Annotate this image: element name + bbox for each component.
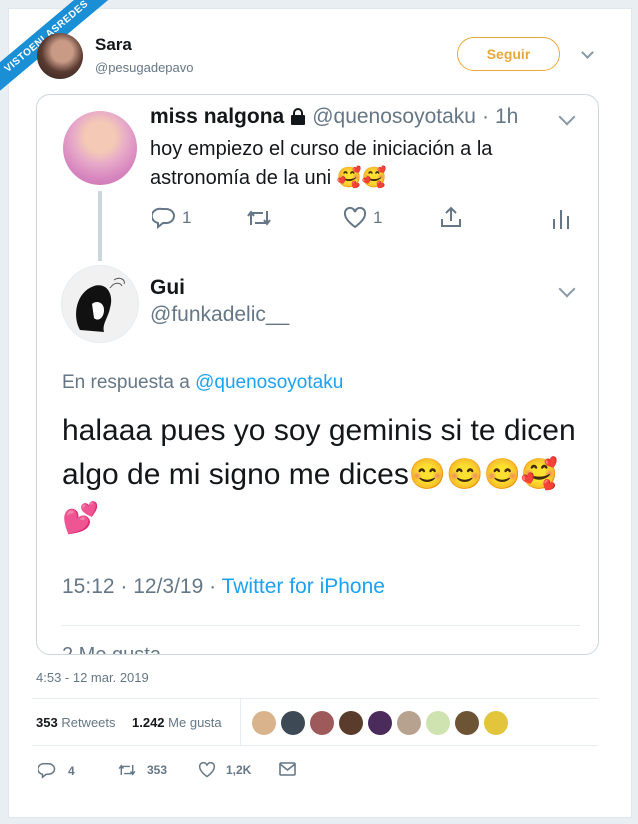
- reply-timestamp: 15:12 · 12/3/19 ·: [62, 575, 222, 598]
- retweet-count: 353: [147, 763, 168, 777]
- like-count: 1,2K: [226, 763, 252, 777]
- like-action[interactable]: 1: [343, 207, 382, 229]
- in-reply-handle-link[interactable]: @quenosoyotaku: [195, 372, 343, 393]
- message-action[interactable]: [279, 762, 296, 776]
- quoted-text: hoy empiezo el curso de iniciación a la …: [150, 138, 493, 189]
- liker-avatar[interactable]: [252, 711, 276, 735]
- like-count: 1: [373, 208, 383, 227]
- retweet-icon: [118, 764, 136, 776]
- cut-likes-text: 2 Me gusta: [62, 644, 161, 655]
- thread-line: [98, 191, 102, 261]
- heart-icon: [198, 762, 216, 778]
- divider: [32, 698, 598, 699]
- liker-avatar[interactable]: [281, 711, 305, 735]
- reply-count: 4: [68, 763, 75, 778]
- reply-icon: [152, 207, 175, 229]
- liker-avatar[interactable]: [339, 711, 363, 735]
- retweet-icon: [247, 210, 271, 226]
- likes-label: Me gusta: [168, 715, 222, 730]
- quoted-handle[interactable]: @quenosoyotaku: [312, 105, 476, 129]
- retweets-count: 353: [36, 715, 58, 730]
- liker-avatar[interactable]: [426, 711, 450, 735]
- tweet-date[interactable]: 4:53 - 12 mar. 2019: [36, 670, 149, 685]
- follow-button[interactable]: Seguir: [457, 37, 560, 71]
- liker-avatar[interactable]: [455, 711, 479, 735]
- likes-stat[interactable]: 1.242 Me gusta: [132, 715, 222, 730]
- retweets-stat[interactable]: 353 Retweets: [36, 715, 116, 730]
- divider: [62, 625, 580, 626]
- liker-avatar[interactable]: [397, 711, 421, 735]
- retweet-action[interactable]: 353: [117, 762, 167, 778]
- quoted-tweet[interactable]: miss nalgona @quenosoyotaku · 1h hoy emp…: [36, 94, 599, 655]
- reply-name[interactable]: Gui: [150, 276, 185, 300]
- retweet-action[interactable]: [245, 207, 273, 229]
- reply-action[interactable]: 4: [38, 762, 75, 779]
- illustration-avatar-icon: [76, 277, 125, 332]
- divider-vertical: [240, 699, 241, 745]
- author-handle[interactable]: @pesugadepavo: [95, 60, 194, 75]
- lock-icon: [291, 108, 306, 125]
- like-action[interactable]: 1,2K: [198, 762, 251, 778]
- reply-text: halaaa pues yo soy geminis si te dicen a…: [62, 414, 576, 535]
- author-name[interactable]: Sara: [95, 35, 132, 55]
- share-icon: [441, 206, 461, 227]
- quoted-time[interactable]: 1h: [495, 105, 518, 129]
- reply-avatar[interactable]: [61, 265, 139, 343]
- liker-avatar[interactable]: [368, 711, 392, 735]
- reply-action[interactable]: 1: [152, 207, 191, 229]
- heart-icon: [343, 207, 367, 229]
- chevron-down-icon[interactable]: [558, 108, 576, 126]
- analytics-icon: [553, 210, 569, 229]
- analytics-action[interactable]: [551, 207, 571, 229]
- chevron-down-icon[interactable]: [558, 280, 576, 298]
- quoted-sep: ·: [481, 105, 489, 128]
- liker-avatar[interactable]: [310, 711, 334, 735]
- reply-handle[interactable]: @funkadelic__: [150, 303, 289, 327]
- in-reply-prefix: En respuesta a: [62, 372, 190, 393]
- divider: [32, 745, 598, 746]
- envelope-icon: [279, 762, 296, 776]
- likes-count: 1.242: [132, 715, 165, 730]
- source-link[interactable]: Twitter for iPhone: [222, 575, 385, 598]
- quoted-avatar[interactable]: [63, 111, 137, 185]
- author-avatar[interactable]: [37, 33, 83, 79]
- reply-icon: [38, 762, 56, 779]
- reply-count: 1: [182, 208, 192, 227]
- retweets-label: Retweets: [61, 715, 116, 730]
- quoted-name[interactable]: miss nalgona: [150, 105, 284, 129]
- share-action[interactable]: [439, 205, 463, 229]
- liker-avatar[interactable]: [484, 711, 508, 735]
